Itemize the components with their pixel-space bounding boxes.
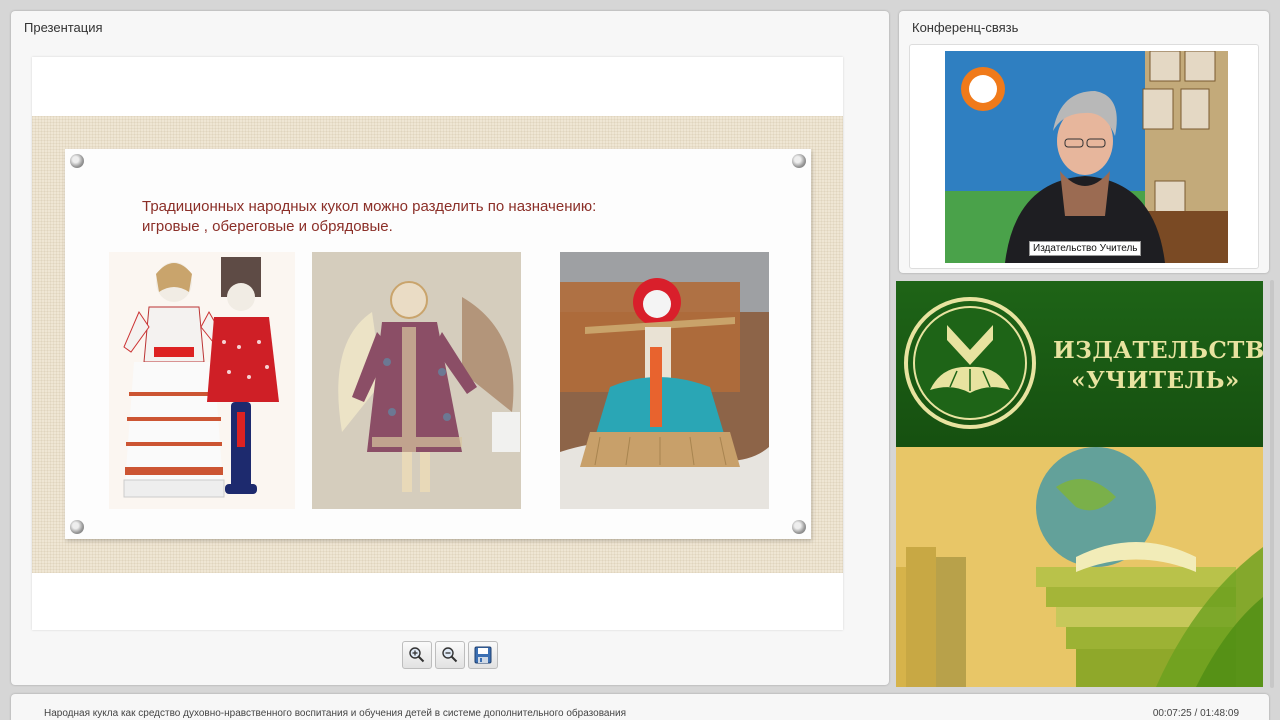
photo-ritual-doll (560, 252, 769, 509)
publisher-logo-area: ИЗДАТЕЛЬСТВО «УЧИТЕЛЬ» (896, 281, 1263, 447)
right-scrollbar[interactable] (1270, 280, 1274, 688)
save-icon (474, 646, 492, 664)
slide-heading-line-2: игровые , обереговые и обрядовые. (142, 218, 393, 235)
video-feed: Издательство Учитель (945, 51, 1228, 263)
conference-panel: Конференц-связь Издательство Учитель (899, 11, 1269, 273)
presentation-toolbar (402, 641, 498, 669)
publisher-name-line-2: «УЧИТЕЛЬ» (1071, 367, 1240, 394)
zoom-out-icon (442, 647, 458, 663)
screw-icon (70, 154, 84, 168)
video-container: Издательство Учитель (909, 44, 1259, 269)
zoom-out-button[interactable] (435, 641, 465, 669)
zoom-in-button[interactable] (402, 641, 432, 669)
slide-linen-background: Традиционных народных кукол можно раздел… (32, 116, 843, 573)
presentation-panel: Презентация Традиционных народных кукол … (11, 11, 889, 685)
screw-icon (70, 520, 84, 534)
conference-panel-title: Конференц-связь (912, 20, 1019, 35)
publisher-emblem-icon (904, 297, 1036, 429)
slide-board: Традиционных народных кукол можно раздел… (65, 149, 811, 539)
presentation-panel-title: Презентация (24, 20, 103, 35)
publisher-name: ИЗДАТЕЛЬСТВО «УЧИТЕЛЬ» (1053, 336, 1263, 396)
slide-heading-line-1: Традиционных народных кукол можно раздел… (142, 198, 597, 215)
presentation-slide: Традиционных народных кукол можно раздел… (32, 57, 843, 630)
zoom-in-icon (409, 647, 425, 663)
screw-icon (792, 154, 806, 168)
publisher-banner: ИЗДАТЕЛЬСТВО «УЧИТЕЛЬ» (896, 281, 1263, 687)
slide-heading: Традиционных народных кукол можно раздел… (142, 197, 742, 237)
course-title: Народная кукла как средство духовно-нрав… (44, 708, 626, 719)
screw-icon (792, 520, 806, 534)
photo-guardian-doll (312, 252, 521, 509)
participant-label: Издательство Учитель (1029, 241, 1142, 256)
save-button[interactable] (468, 641, 498, 669)
publisher-name-line-1: ИЗДАТЕЛЬСТВО (1053, 337, 1263, 364)
playback-time: 00:07:25 / 01:48:09 (1152, 708, 1239, 719)
photo-playing-dolls (109, 252, 295, 509)
footer-bar: Народная кукла как средство духовно-нрав… (11, 694, 1269, 720)
publisher-books-image (896, 447, 1263, 687)
